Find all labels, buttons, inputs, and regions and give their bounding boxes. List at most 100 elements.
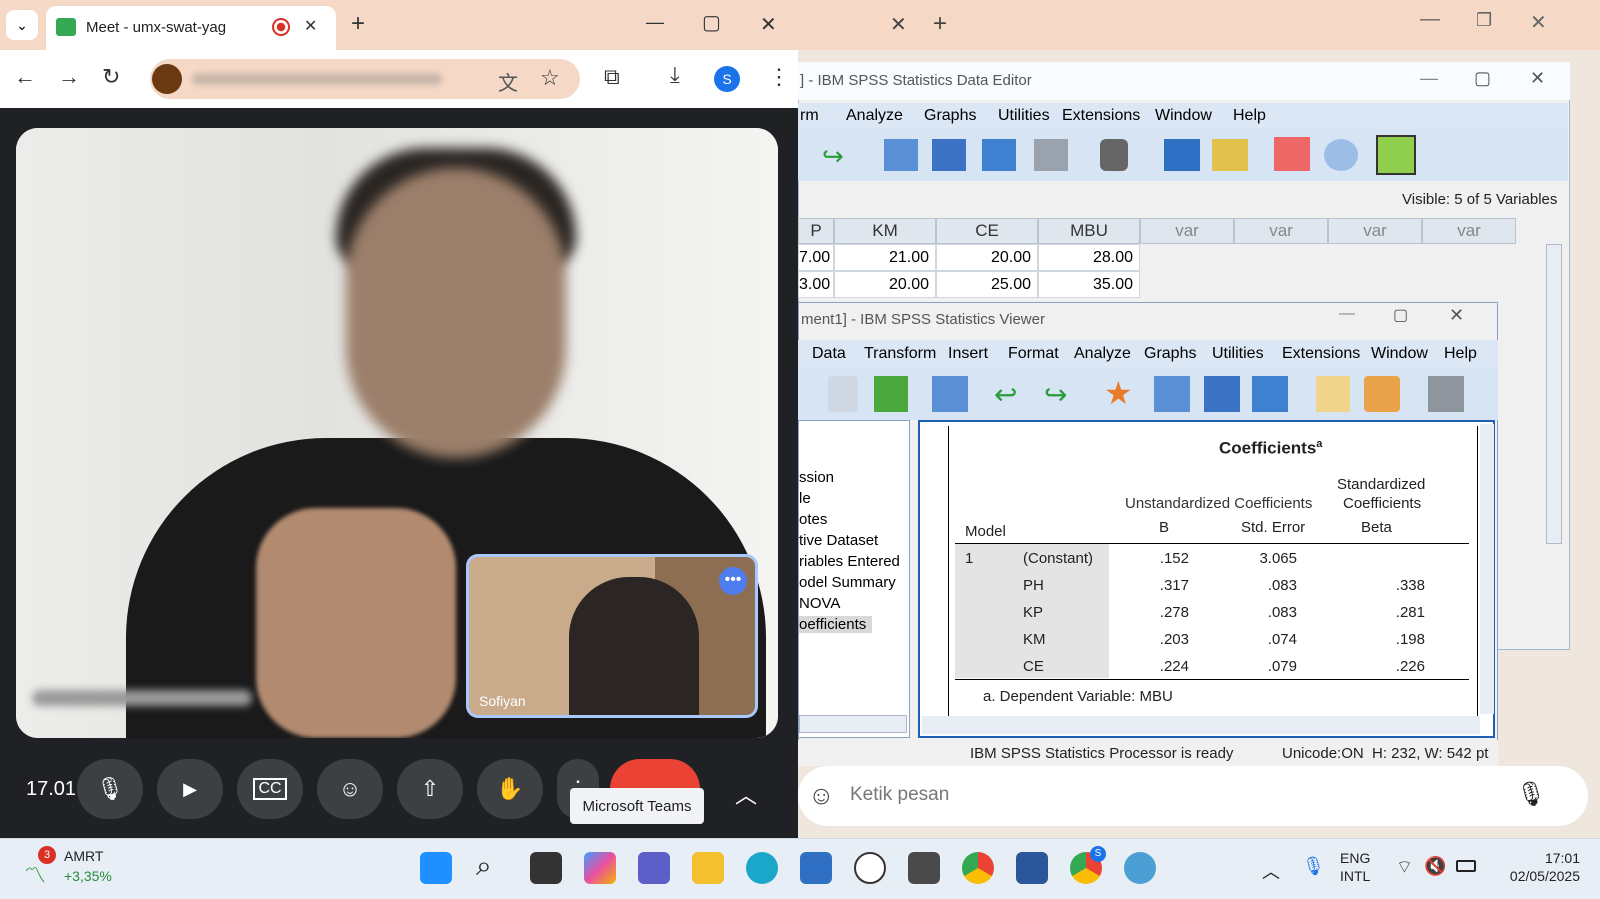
col-header-ce[interactable]: CE: [936, 218, 1038, 244]
battery-icon[interactable]: [1456, 860, 1476, 872]
new-tab-icon[interactable]: +: [351, 10, 365, 38]
message-input-bar[interactable]: ☺ Ketik pesan 🎙: [798, 766, 1588, 826]
viewer-vertical-scrollbar[interactable]: [1480, 424, 1494, 714]
tray-overflow-icon[interactable]: ︿: [1262, 858, 1280, 884]
insert-case-icon[interactable]: [1204, 376, 1240, 412]
redo-icon[interactable]: ↪: [822, 141, 844, 172]
maximize-icon[interactable]: ▢: [702, 10, 721, 35]
menu-analyze[interactable]: Analyze: [1074, 345, 1131, 363]
self-view-tile[interactable]: ••• Sofiyan: [466, 554, 758, 718]
export-icon[interactable]: [874, 376, 908, 412]
captions-button[interactable]: CC: [237, 759, 303, 819]
close-window-icon[interactable]: ✕: [760, 12, 777, 37]
menu-graphs[interactable]: Graphs: [1144, 345, 1196, 363]
reload-icon[interactable]: ↻: [102, 64, 120, 90]
outline-item-selected[interactable]: oefficients: [799, 616, 873, 633]
close-icon[interactable]: ✕: [1530, 68, 1545, 89]
insert-case-icon[interactable]: [932, 139, 966, 171]
menu-transform[interactable]: Transform: [864, 345, 936, 363]
download-icon[interactable]: ⤓: [670, 62, 680, 88]
menu-insert[interactable]: Insert: [948, 345, 988, 363]
col-header-var[interactable]: var: [1140, 218, 1234, 244]
tab-close-icon[interactable]: ✕: [890, 12, 907, 37]
col-header-mbu[interactable]: MBU: [1038, 218, 1140, 244]
split-file-icon[interactable]: [1034, 139, 1068, 171]
menu-icon[interactable]: ⋮: [768, 64, 790, 90]
emoji-icon[interactable]: ☺: [808, 780, 835, 811]
extensions-icon[interactable]: ⧉: [604, 64, 620, 90]
mic-icon[interactable]: 🎙: [1516, 780, 1546, 809]
col-header-var[interactable]: var: [1328, 218, 1422, 244]
outline-item[interactable]: otes: [799, 511, 827, 528]
profile-avatar[interactable]: S: [714, 66, 740, 92]
tab-meet[interactable]: Meet - umx-swat-yag ✕: [46, 6, 336, 50]
chrome-icon[interactable]: [962, 852, 994, 884]
minimize-icon[interactable]: —: [1420, 8, 1440, 31]
insert-variable-icon[interactable]: [1252, 376, 1288, 412]
menu-graphs[interactable]: Graphs: [924, 107, 976, 125]
run-script-icon[interactable]: [1364, 376, 1400, 412]
viewer-horizontal-scrollbar[interactable]: [922, 716, 1480, 734]
minimize-icon[interactable]: —: [1420, 68, 1438, 89]
redo-icon[interactable]: ↪: [1044, 378, 1067, 411]
more-options-button[interactable]: •••: [719, 567, 747, 595]
value-labels-icon[interactable]: [1274, 137, 1310, 171]
restore-icon[interactable]: ❐: [1476, 10, 1492, 31]
reactions-button[interactable]: ☺: [317, 759, 383, 819]
search-icon[interactable]: ⌕: [476, 850, 492, 883]
horizontal-scrollbar[interactable]: [799, 715, 907, 733]
stock-widget[interactable]: 〽 3 AMRT +3,35%: [22, 846, 122, 890]
col-header-var[interactable]: var: [1422, 218, 1516, 244]
data-cell[interactable]: 35.00: [1038, 271, 1140, 298]
menu-data[interactable]: Data: [812, 345, 846, 363]
data-cell[interactable]: 3.00: [798, 271, 834, 298]
menu-extensions[interactable]: Extensions: [1282, 345, 1360, 363]
menu-format[interactable]: Format: [1008, 345, 1059, 363]
edge-icon[interactable]: [746, 852, 778, 884]
menu-utilities[interactable]: Utilities: [1212, 345, 1264, 363]
col-header-p[interactable]: P: [798, 218, 834, 244]
close-icon[interactable]: ✕: [1530, 10, 1547, 35]
translate-icon[interactable]: 文: [498, 67, 518, 96]
outline-item[interactable]: le: [799, 490, 811, 507]
col-header-km[interactable]: KM: [834, 218, 936, 244]
raise-hand-button[interactable]: ✋: [477, 759, 543, 819]
dell-icon[interactable]: [854, 852, 886, 884]
designate-window-icon[interactable]: [1428, 376, 1464, 412]
recall-dialog-icon[interactable]: [932, 376, 968, 412]
menu-transform[interactable]: rm: [800, 107, 819, 125]
menu-utilities[interactable]: Utilities: [998, 107, 1050, 125]
add-icon[interactable]: [1376, 135, 1416, 175]
tab-search-icon[interactable]: ⌄: [6, 10, 38, 40]
star-icon[interactable]: ★: [1104, 374, 1133, 412]
wifi-icon[interactable]: ⌔: [1396, 856, 1413, 879]
close-icon[interactable]: ✕: [1449, 305, 1464, 326]
edit-icon[interactable]: [1316, 376, 1350, 412]
weight-cases-icon[interactable]: [1212, 139, 1248, 171]
maximize-icon[interactable]: ▢: [1393, 305, 1408, 325]
print-preview-icon[interactable]: [828, 376, 858, 412]
menu-help[interactable]: Help: [1444, 345, 1477, 363]
col-header-var[interactable]: var: [1234, 218, 1328, 244]
spss-icon[interactable]: [1124, 852, 1156, 884]
camera-button[interactable]: ▶: [157, 759, 223, 819]
message-input[interactable]: Ketik pesan: [850, 784, 949, 806]
data-cell[interactable]: 7.00: [798, 244, 834, 271]
tray-mic-icon[interactable]: 🎙: [1302, 856, 1325, 877]
menu-help[interactable]: Help: [1233, 107, 1266, 125]
address-bar[interactable]: 文 ☆: [150, 59, 580, 99]
outline-item[interactable]: tive Dataset: [799, 532, 878, 549]
vertical-scrollbar[interactable]: [1546, 244, 1562, 544]
outline-item[interactable]: odel Summary: [799, 574, 896, 591]
data-cell[interactable]: 20.00: [936, 244, 1038, 271]
outline-item[interactable]: riables Entered: [799, 553, 900, 570]
insert-variable-icon[interactable]: [982, 139, 1016, 171]
task-view-icon[interactable]: [530, 852, 562, 884]
tab-close-icon[interactable]: ✕: [304, 16, 317, 36]
bookmark-star-icon[interactable]: ☆: [540, 65, 560, 91]
select-cases-icon[interactable]: [1164, 139, 1200, 171]
volume-muted-icon[interactable]: 🔇: [1424, 856, 1446, 877]
start-icon[interactable]: [420, 852, 452, 884]
new-tab-icon[interactable]: +: [933, 10, 947, 38]
data-cell[interactable]: 25.00: [936, 271, 1038, 298]
